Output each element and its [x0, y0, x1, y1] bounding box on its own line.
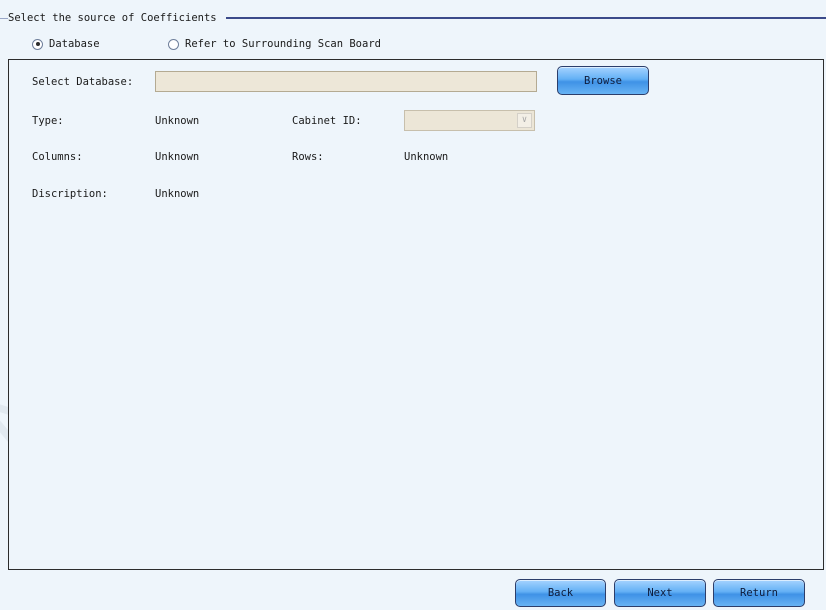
next-button[interactable]: Next	[614, 579, 706, 607]
back-button[interactable]: Back	[515, 579, 606, 607]
browse-button[interactable]: Browse	[557, 66, 649, 95]
radio-database[interactable]: Database	[32, 38, 100, 50]
rows-value: Unknown	[404, 151, 449, 163]
description-value: Unknown	[155, 188, 200, 200]
description-label: Discription:	[32, 188, 108, 200]
radio-surrounding-label: Refer to Surrounding Scan Board	[185, 38, 381, 50]
cabinet-id-select[interactable]: ∨	[404, 110, 535, 131]
group-border-left	[0, 18, 8, 19]
database-path-input[interactable]	[155, 71, 537, 92]
cabinet-id-label: Cabinet ID:	[292, 115, 362, 127]
type-value: Unknown	[155, 115, 200, 127]
return-button[interactable]: Return	[713, 579, 805, 607]
database-panel	[8, 59, 824, 570]
group-title: Select the source of Coefficients	[8, 12, 217, 24]
radio-surrounding-scan-board[interactable]: Refer to Surrounding Scan Board	[168, 38, 381, 50]
chevron-down-icon[interactable]: ∨	[517, 113, 532, 128]
columns-label: Columns:	[32, 151, 83, 163]
radio-checked-icon	[32, 38, 43, 50]
select-database-label: Select Database:	[32, 76, 134, 88]
radio-unchecked-icon	[168, 38, 179, 50]
group-border-line	[226, 17, 826, 19]
radio-database-label: Database	[49, 38, 100, 50]
type-label: Type:	[32, 115, 64, 127]
columns-value: Unknown	[155, 151, 200, 163]
rows-label: Rows:	[292, 151, 324, 163]
